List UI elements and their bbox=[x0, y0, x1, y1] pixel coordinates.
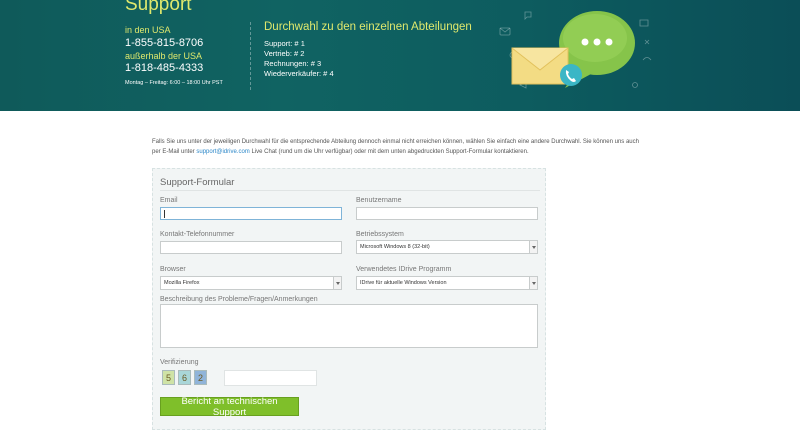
captcha-digit: 5 bbox=[162, 370, 175, 385]
intl-label: außerhalb der USA bbox=[125, 51, 203, 61]
browser-label: Browser bbox=[160, 266, 186, 273]
description-label: Beschreibung des Probleme/Fragen/Anmerku… bbox=[160, 296, 318, 303]
phone-label: Kontakt-Telefonnummer bbox=[160, 231, 235, 238]
header-banner: Support in den USA 1-855-815-8706 außerh… bbox=[0, 0, 800, 111]
program-select[interactable]: IDrive für aktuelle Windows Version bbox=[356, 276, 538, 290]
username-field[interactable] bbox=[356, 207, 538, 220]
department-item: Support: # 1 bbox=[264, 39, 305, 48]
intro-text: Falls Sie uns unter der jeweiligen Durch… bbox=[152, 137, 642, 157]
username-label: Benutzername bbox=[356, 197, 402, 204]
submit-button[interactable]: Bericht an technischen Support bbox=[160, 396, 299, 418]
program-select-value: IDrive für aktuelle Windows Version bbox=[360, 280, 447, 286]
support-illustration bbox=[499, 11, 652, 89]
program-label: Verwendetes IDrive Programm bbox=[356, 266, 452, 273]
description-textarea[interactable] bbox=[160, 304, 538, 348]
browser-select[interactable]: Mozilla Firefox bbox=[160, 276, 342, 290]
hours-text: Montag – Freitag: 6:00 – 18:00 Uhr PST bbox=[125, 80, 223, 86]
captcha-digit: 2 bbox=[194, 370, 207, 385]
department-item: Wiederverkäufer: # 4 bbox=[264, 69, 334, 78]
usa-label: in den USA bbox=[125, 25, 171, 35]
usa-phone: 1-855-815-8706 bbox=[125, 37, 204, 49]
support-email-link[interactable]: support@idrive.com bbox=[196, 149, 249, 155]
os-label: Betriebssystem bbox=[356, 231, 404, 238]
email-field[interactable] bbox=[160, 207, 342, 220]
browser-select-value: Mozilla Firefox bbox=[164, 280, 200, 286]
department-item: Rechnungen: # 3 bbox=[264, 59, 322, 68]
phone-field[interactable] bbox=[160, 241, 342, 254]
chevron-down-icon[interactable] bbox=[333, 277, 341, 289]
chevron-down-icon[interactable] bbox=[529, 241, 537, 253]
os-select[interactable]: Microsoft Windows 8 (32-bit) bbox=[356, 240, 538, 254]
department-title: Durchwahl zu den einzelnen Abteilungen bbox=[264, 21, 472, 33]
captcha-input[interactable] bbox=[224, 370, 317, 386]
banner-divider bbox=[250, 22, 252, 90]
os-select-value: Microsoft Windows 8 (32-bit) bbox=[360, 244, 430, 250]
envelope-icon bbox=[511, 47, 569, 85]
intl-phone: 1-818-485-4333 bbox=[125, 62, 204, 74]
phone-icon bbox=[560, 64, 582, 86]
verification-label: Verifizierung bbox=[160, 359, 199, 366]
intro-text-after: Live Chat (rund um die Uhr verfügbar) od… bbox=[249, 149, 529, 155]
department-item: Vertrieb: # 2 bbox=[264, 49, 305, 58]
captcha-digit: 6 bbox=[178, 370, 191, 385]
chevron-down-icon[interactable] bbox=[529, 277, 537, 289]
email-label: Email bbox=[160, 197, 178, 204]
page-title: Support bbox=[125, 0, 192, 15]
form-divider bbox=[160, 190, 540, 191]
form-title: Support-Formular bbox=[160, 177, 235, 188]
